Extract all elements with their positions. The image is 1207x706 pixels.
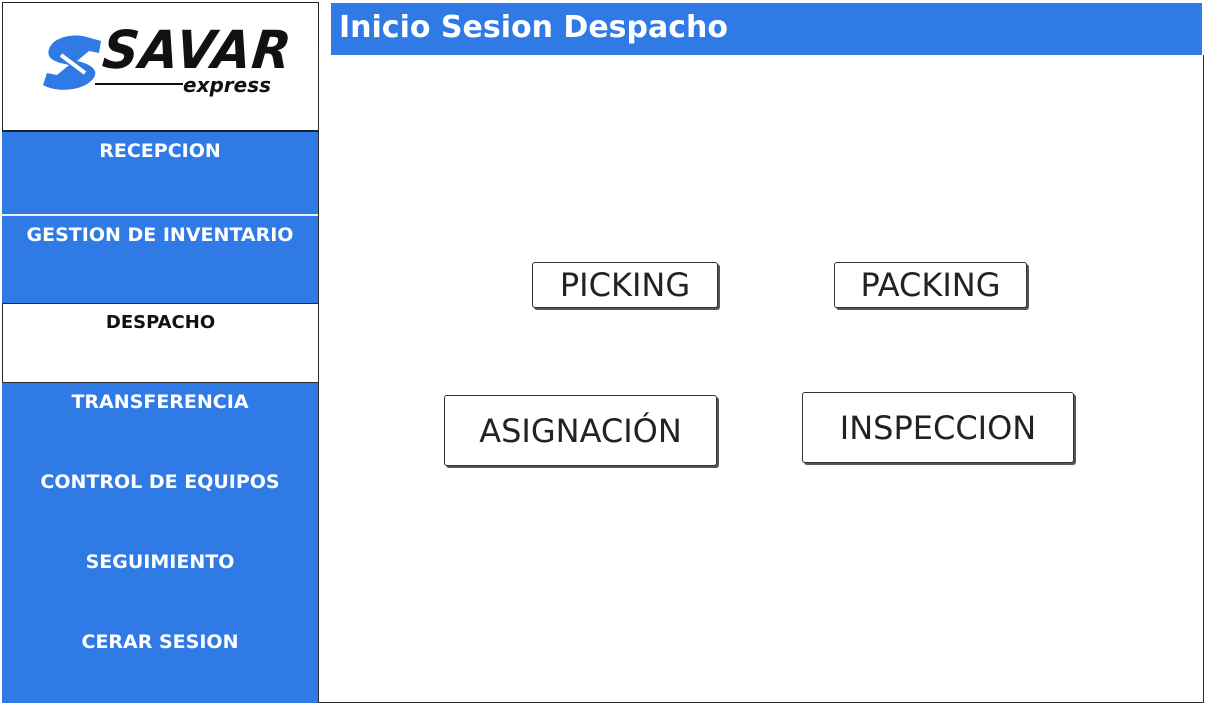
- logo-underline: [95, 83, 183, 85]
- sidebar-item-label: CONTROL DE EQUIPOS: [40, 471, 280, 493]
- logo: SAVAR express: [2, 2, 319, 132]
- asignacion-button[interactable]: ASIGNACIÓN: [444, 395, 717, 466]
- sidebar-item-cerar-sesion[interactable]: CERAR SESION: [2, 623, 319, 703]
- sidebar-nav: RECEPCION GESTION DE INVENTARIO DESPACHO…: [2, 132, 319, 703]
- sidebar-item-despacho[interactable]: DESPACHO: [2, 303, 319, 383]
- main-panel: [318, 55, 1204, 703]
- sidebar-item-seguimiento[interactable]: SEGUIMIENTO: [2, 543, 319, 623]
- page-title: Inicio Sesion Despacho: [331, 3, 1202, 55]
- logo-brand-text: SAVAR: [99, 19, 296, 81]
- sidebar-item-label: DESPACHO: [105, 312, 216, 333]
- sidebar-item-label: GESTION DE INVENTARIO: [26, 224, 294, 246]
- inspeccion-button[interactable]: INSPECCION: [802, 392, 1074, 463]
- sidebar-item-label: CERAR SESION: [81, 631, 239, 653]
- sidebar-item-label: RECEPCION: [99, 140, 221, 162]
- sidebar-item-transferencia[interactable]: TRANSFERENCIA: [2, 383, 319, 463]
- sidebar-item-gestion-de-inventario[interactable]: GESTION DE INVENTARIO: [2, 216, 319, 303]
- packing-button[interactable]: PACKING: [834, 262, 1027, 308]
- sidebar-item-recepcion[interactable]: RECEPCION: [2, 132, 319, 214]
- sidebar-item-label: TRANSFERENCIA: [71, 391, 249, 413]
- savar-logo-icon: [43, 35, 101, 90]
- sidebar-item-control-de-equipos[interactable]: CONTROL DE EQUIPOS: [2, 463, 319, 543]
- logo-tagline: express: [183, 73, 272, 97]
- picking-button[interactable]: PICKING: [532, 262, 718, 308]
- sidebar-item-label: SEGUIMIENTO: [85, 551, 235, 573]
